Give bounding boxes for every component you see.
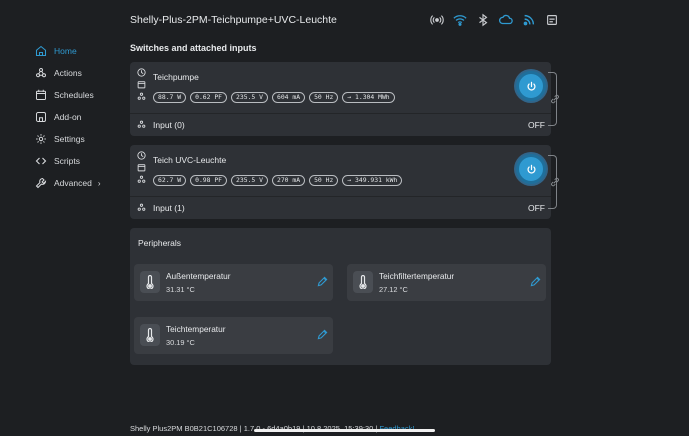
actions-icon[interactable] (137, 175, 146, 184)
power-factor-chip: 0.98 PF (190, 175, 228, 186)
input-state: OFF (528, 120, 545, 130)
actions-icon (36, 68, 46, 78)
switch-name: Teichpumpe (153, 72, 199, 82)
status-icons (430, 13, 559, 27)
thermometer-icon (140, 271, 160, 293)
calendar-icon[interactable] (137, 80, 146, 89)
peripherals-panel: Peripherals Außentemperatur 31.31 °C Tei… (130, 228, 551, 365)
sensor-name: Außentemperatur (166, 271, 231, 281)
sidebar: Home Actions Schedules Add-on Settings S… (35, 40, 125, 194)
actions-icon[interactable] (137, 92, 146, 101)
sidebar-item-settings[interactable]: Settings (35, 128, 125, 150)
sensor-value: 30.19 °C (166, 338, 195, 347)
voltage-chip: 235.5 V (231, 92, 268, 103)
energy-chip: → 1.304 MWh (342, 92, 395, 103)
sensor-name: Teichfiltertemperatur (379, 271, 455, 281)
thermometer-icon (140, 324, 160, 346)
radio-icon[interactable] (430, 13, 444, 27)
edit-icon[interactable] (317, 329, 328, 340)
bluetooth-icon[interactable] (476, 13, 490, 27)
frequency-chip: 50 Hz (309, 175, 339, 186)
calendar-icon (36, 89, 46, 100)
edit-icon[interactable] (317, 276, 328, 287)
code-icon (35, 157, 47, 165)
footer-device: Shelly Plus2PM B0B21C106728 (130, 424, 238, 433)
footer-separator: | (239, 424, 242, 433)
sidebar-item-scripts[interactable]: Scripts (35, 150, 125, 172)
edit-icon[interactable] (530, 276, 541, 287)
peripherals-title: Peripherals (138, 238, 181, 248)
current-chip: 270 mA (271, 175, 306, 186)
current-chip: 604 mA (271, 92, 306, 103)
sensor-card[interactable]: Außentemperatur 31.31 °C (134, 264, 333, 301)
input-label: Input (0) (153, 120, 185, 130)
sensor-value: 27.12 °C (379, 285, 408, 294)
section-title: Switches and attached inputs (130, 43, 257, 53)
actions-icon (137, 203, 146, 211)
addon-icon (36, 112, 46, 122)
thermometer-icon (353, 271, 373, 293)
switch-name: Teich UVC-Leuchte (153, 155, 227, 165)
measurement-chips: 62.7 W 0.98 PF 235.5 V 270 mA 50 Hz → 34… (153, 175, 403, 186)
link-icon[interactable] (550, 94, 560, 104)
clock-icon[interactable] (137, 151, 146, 160)
home-indicator[interactable] (254, 429, 435, 432)
power-toggle-button[interactable] (516, 71, 546, 101)
sensor-name: Teichtemperatur (166, 324, 226, 334)
sidebar-item-advanced[interactable]: Advanced › (35, 172, 125, 194)
power-icon (526, 164, 536, 174)
actions-icon (137, 120, 146, 128)
input-label: Input (1) (153, 203, 185, 213)
frequency-chip: 50 Hz (309, 92, 339, 103)
sensor-card[interactable]: Teichtemperatur 30.19 °C (134, 317, 333, 354)
wifi-icon[interactable] (453, 13, 467, 27)
sensor-value: 31.31 °C (166, 285, 195, 294)
cloud-icon[interactable] (499, 13, 513, 27)
measurement-chips: 88.7 W 0.62 PF 235.5 V 604 mA 50 Hz → 1.… (153, 92, 395, 103)
power-chip: 88.7 W (153, 92, 187, 103)
power-toggle-button[interactable] (516, 154, 546, 184)
voltage-chip: 235.5 V (231, 175, 268, 186)
link-icon[interactable] (550, 177, 560, 187)
power-factor-chip: 0.62 PF (190, 92, 228, 103)
device-icon[interactable] (545, 13, 559, 27)
gear-icon (36, 134, 46, 144)
sidebar-item-addon[interactable]: Add-on (35, 106, 125, 128)
page-title: Shelly-Plus-2PM-Teichpumpe+UVC-Leuchte (130, 14, 337, 26)
home-icon (35, 45, 47, 57)
rss-icon[interactable] (522, 13, 536, 27)
sidebar-item-schedules[interactable]: Schedules (35, 84, 125, 106)
sidebar-item-home[interactable]: Home (35, 40, 125, 62)
sidebar-item-actions[interactable]: Actions (35, 62, 125, 84)
input-state: OFF (528, 203, 545, 213)
energy-chip: → 349.931 kWh (342, 175, 403, 186)
clock-icon[interactable] (137, 68, 146, 77)
sensor-card[interactable]: Teichfiltertemperatur 27.12 °C (347, 264, 546, 301)
switch-card-teichpumpe: Teichpumpe 88.7 W 0.62 PF 235.5 V 604 mA… (130, 62, 551, 136)
power-chip: 62.7 W (153, 175, 187, 186)
switch-card-uvc: Teich UVC-Leuchte 62.7 W 0.98 PF 235.5 V… (130, 145, 551, 219)
chevron-right-icon: › (97, 178, 101, 188)
power-icon (526, 81, 536, 91)
wrench-icon (35, 177, 47, 189)
calendar-icon[interactable] (137, 163, 146, 172)
